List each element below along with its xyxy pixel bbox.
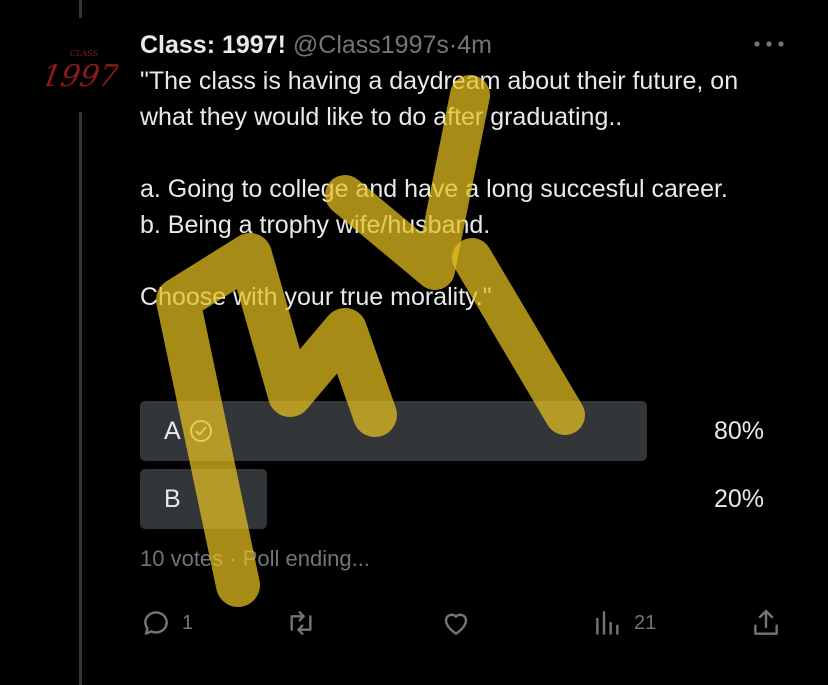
separator-dot: · — [448, 31, 458, 59]
check-circle-icon — [189, 419, 213, 443]
avatar-text: 1997 — [46, 59, 118, 94]
retweet-button[interactable] — [285, 607, 327, 639]
retweet-icon — [290, 611, 312, 635]
share-button[interactable] — [750, 607, 782, 639]
thread-line-bottom — [79, 112, 82, 685]
heart-icon — [444, 613, 468, 635]
more-options-icon[interactable] — [752, 36, 786, 52]
thread-line-top — [79, 0, 82, 18]
views-count: 21 — [634, 611, 657, 634]
tweet-text: "The class is having a daydream about th… — [140, 67, 739, 311]
reply-icon — [144, 611, 168, 635]
poll-option-a[interactable]: A 80% — [140, 401, 774, 461]
poll-option-b-percent: 20% — [713, 485, 764, 513]
tweet-header: Class: 1997! @Class1997s·4m — [140, 30, 492, 60]
views-button[interactable]: 21 — [592, 607, 656, 639]
action-bar: 1 21 — [140, 607, 790, 643]
poll-option-a-percent: 80% — [713, 417, 764, 445]
poll-bar-a — [140, 401, 647, 461]
like-button[interactable] — [440, 607, 482, 639]
poll-option-a-label-wrap: A — [164, 417, 213, 445]
reply-count: 1 — [182, 611, 194, 634]
poll-option-b-label: B — [164, 485, 181, 513]
poll-bar-b — [140, 469, 267, 529]
tweet-time[interactable]: 4m — [457, 31, 492, 59]
avatar[interactable]: CLASS 1997 — [39, 42, 122, 106]
reply-button[interactable]: 1 — [140, 607, 193, 639]
author-handle[interactable]: @Class1997s — [293, 31, 449, 59]
watermark-text: MY — [0, 0, 2, 1]
views-icon — [596, 611, 619, 635]
author-name[interactable]: Class: 1997! — [140, 31, 286, 59]
poll-option-a-label: A — [164, 417, 181, 445]
poll-option-b-label-wrap: B — [164, 485, 181, 513]
share-icon — [754, 609, 778, 635]
avatar-small-text: CLASS — [70, 49, 99, 58]
poll-option-b[interactable]: B 20% — [140, 469, 774, 529]
poll-meta: 10 votes · Poll ending... — [140, 546, 370, 571]
